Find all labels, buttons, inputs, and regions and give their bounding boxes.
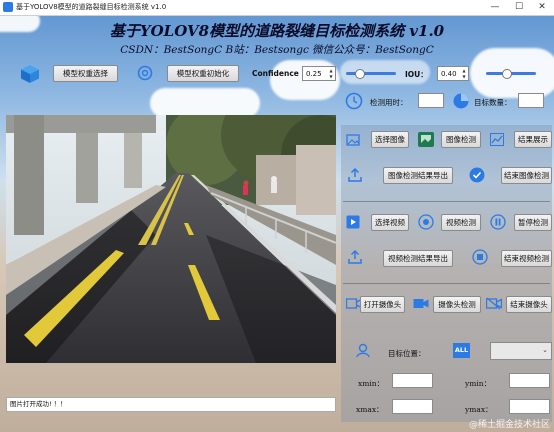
- end-video-button[interactable]: 结束视频检测: [501, 250, 552, 267]
- ymin-label: ymin：: [465, 379, 492, 388]
- xmin-label: xmin：: [358, 379, 385, 388]
- model-select-button[interactable]: 模型权重选择: [53, 65, 118, 82]
- count-output: [518, 93, 544, 108]
- minimize-button[interactable]: —: [484, 0, 506, 15]
- pause-icon: [490, 214, 506, 230]
- image-display: [6, 115, 336, 363]
- window-title: 基于YOLOV8模型的道路裂缝目标检测系统 v1.0: [16, 3, 167, 11]
- maximize-button[interactable]: ☐: [508, 0, 530, 15]
- select-image-button[interactable]: 选择图像: [371, 131, 409, 148]
- xmin-field: [392, 373, 433, 388]
- spin-up-icon[interactable]: ▲: [461, 68, 467, 73]
- time-output: [418, 93, 444, 108]
- ymax-field: [509, 399, 550, 414]
- spin-up-icon[interactable]: ▲: [328, 68, 334, 73]
- confidence-slider-knob[interactable]: [355, 69, 365, 79]
- select-video-button[interactable]: 选择视频: [371, 214, 409, 231]
- target-position-label: 目标位置：: [388, 349, 426, 358]
- divider: [343, 201, 550, 202]
- open-camera-button[interactable]: 打开摄像头: [360, 296, 405, 313]
- upload-icon: [348, 168, 362, 182]
- iou-value: 0.40: [441, 70, 457, 78]
- iou-spinbox[interactable]: 0.40 ▲ ▼: [437, 66, 469, 81]
- pie-chart-icon: [453, 93, 469, 109]
- check-circle-icon: [469, 167, 485, 183]
- stop-icon: [472, 249, 488, 265]
- spin-down-icon[interactable]: ▼: [328, 74, 334, 79]
- spin-down-icon[interactable]: ▼: [461, 74, 467, 79]
- result-show-button[interactable]: 结果展示: [514, 131, 552, 148]
- gear-icon: [137, 65, 153, 81]
- target-select-dropdown[interactable]: ⌄: [490, 342, 552, 360]
- count-label: 目标数量：: [474, 98, 512, 107]
- watermark: @稀土掘金技术社区: [468, 420, 550, 430]
- end-image-button[interactable]: 结束图像检测: [501, 167, 552, 184]
- image-icon: [346, 134, 360, 146]
- confidence-spinbox[interactable]: 0.25 ▲ ▼: [302, 66, 336, 81]
- video-file-icon: [346, 215, 360, 229]
- user-location-icon: [356, 343, 370, 358]
- play-circle-icon: [418, 214, 434, 230]
- confidence-value: 0.25: [306, 70, 322, 78]
- close-camera-button[interactable]: 结束摄像头: [506, 296, 552, 313]
- app-icon: [3, 2, 13, 12]
- iou-slider[interactable]: [486, 69, 536, 79]
- export-video-button[interactable]: 视频检测结果导出: [383, 250, 453, 267]
- iou-slider-knob[interactable]: [502, 69, 512, 79]
- iou-label: IOU：: [405, 70, 428, 79]
- camera-off-icon: [486, 297, 502, 310]
- clock-icon: [345, 92, 363, 110]
- page-title: 基于YOLOV8模型的道路裂缝目标检测系统 v1.0: [109, 22, 445, 40]
- gallery-icon: [418, 132, 434, 147]
- pause-detect-button[interactable]: 暂停检测: [514, 214, 552, 231]
- all-badge: ALL: [453, 343, 470, 358]
- export-image-button[interactable]: 图像检测结果导出: [383, 167, 453, 184]
- chart-line-icon: [490, 133, 504, 146]
- page-subtitle: CSDN：BestSongC B站：Bestsongc 微信公众号：BestSo…: [120, 44, 434, 56]
- divider: [343, 283, 550, 284]
- confidence-label: Confidence: [252, 69, 299, 78]
- time-label: 检测用时：: [370, 98, 408, 107]
- status-bar: 图片打开成功! ！！: [6, 397, 336, 412]
- model-init-button[interactable]: 模型权重初始化: [167, 65, 239, 82]
- cube-icon: [21, 65, 39, 83]
- confidence-slider[interactable]: [346, 69, 396, 79]
- upload-icon: [348, 250, 362, 264]
- camera-filled-icon: [413, 299, 429, 308]
- ymax-label: ymax：: [465, 405, 493, 414]
- xmax-label: xmax：: [356, 405, 384, 414]
- close-button[interactable]: ✕: [531, 0, 553, 15]
- street-photo: [6, 115, 336, 363]
- video-detect-button[interactable]: 视频检测: [441, 214, 481, 231]
- chevron-down-icon: ⌄: [542, 346, 548, 354]
- camera-detect-button[interactable]: 摄像头检测: [433, 296, 481, 313]
- image-detect-button[interactable]: 图像检测: [441, 131, 481, 148]
- ymin-field: [509, 373, 550, 388]
- cloud-decoration: [150, 88, 260, 118]
- window-titlebar: 基于YOLOV8模型的道路裂缝目标检测系统 v1.0 — ☐ ✕: [0, 0, 554, 16]
- xmax-field: [392, 399, 433, 414]
